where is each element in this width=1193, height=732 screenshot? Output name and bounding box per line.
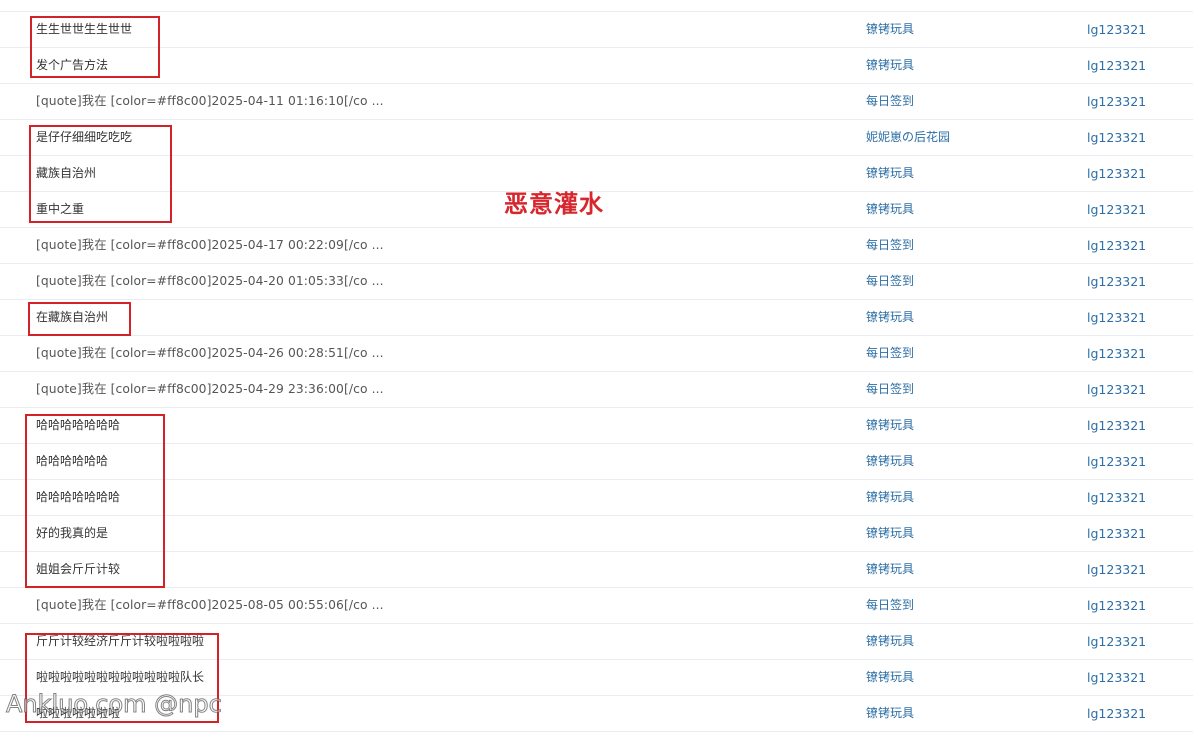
table-row: 好的我真的是 镣铐玩具 lg123321 xyxy=(0,516,1193,552)
table-row: 姐姐会斤斤计较 镣铐玩具 lg123321 xyxy=(0,552,1193,588)
forum-link[interactable]: 镣铐玩具 xyxy=(866,300,914,335)
forum-link[interactable]: 镣铐玩具 xyxy=(866,192,914,227)
forum-link[interactable]: 每日签到 xyxy=(866,588,914,623)
spam-annotation-label: 恶意灌水 xyxy=(504,190,604,218)
forum-link[interactable]: 镣铐玩具 xyxy=(866,624,914,659)
post-title-link[interactable]: 哈哈哈哈哈哈 xyxy=(36,444,108,479)
post-title-link[interactable]: 好的我真的是 xyxy=(36,516,108,551)
author-link[interactable]: lg123321 xyxy=(1087,120,1146,155)
forum-link[interactable]: 每日签到 xyxy=(866,228,914,263)
forum-link[interactable]: 每日签到 xyxy=(866,264,914,299)
forum-link[interactable]: 镣铐玩具 xyxy=(866,408,914,443)
post-title-link[interactable]: [quote]我在 [color=#ff8c00]2025-08-05 00:5… xyxy=(36,588,384,623)
post-title-link[interactable]: [quote]我在 [color=#ff8c00]2025-04-11 01:1… xyxy=(36,84,384,119)
forum-link[interactable]: 镣铐玩具 xyxy=(866,552,914,587)
post-title-link[interactable]: [quote]我在 [color=#ff8c00]2025-04-26 00:2… xyxy=(36,336,384,371)
post-title-link[interactable]: 发个广告方法 xyxy=(36,48,108,83)
forum-link[interactable]: 镣铐玩具 xyxy=(866,48,914,83)
table-row: [quote]我在 [color=#ff8c00]2025-04-26 00:2… xyxy=(0,336,1193,372)
table-row: [quote]我在 [color=#ff8c00]2025-04-17 00:2… xyxy=(0,228,1193,264)
post-title-link[interactable]: [quote]我在 [color=#ff8c00]2025-04-29 23:3… xyxy=(36,372,384,407)
forum-link[interactable]: 每日签到 xyxy=(866,84,914,119)
forum-link[interactable]: 妮妮崽の后花园 xyxy=(866,120,950,155)
post-title-link[interactable]: 藏族自治州 xyxy=(36,156,96,191)
author-link[interactable]: lg123321 xyxy=(1087,264,1146,299)
author-link[interactable]: lg123321 xyxy=(1087,696,1146,731)
author-link[interactable]: lg123321 xyxy=(1087,336,1146,371)
author-link[interactable]: lg123321 xyxy=(1087,12,1146,47)
forum-link[interactable]: 镣铐玩具 xyxy=(866,660,914,695)
forum-link[interactable]: 镣铐玩具 xyxy=(866,156,914,191)
reply-list: 生生世世生生世世 镣铐玩具 lg123321 发个广告方法 镣铐玩具 lg123… xyxy=(0,12,1193,732)
author-link[interactable]: lg123321 xyxy=(1087,84,1146,119)
table-row: [quote]我在 [color=#ff8c00]2025-08-05 00:5… xyxy=(0,588,1193,624)
post-title-link[interactable]: 哈哈哈哈哈哈哈 xyxy=(36,408,120,443)
author-link[interactable]: lg123321 xyxy=(1087,552,1146,587)
forum-link[interactable]: 镣铐玩具 xyxy=(866,696,914,731)
table-row: 在藏族自治州 镣铐玩具 lg123321 xyxy=(0,300,1193,336)
table-row: [quote]我在 [color=#ff8c00]2025-04-11 01:1… xyxy=(0,84,1193,120)
table-row: 斤斤计较经济斤斤计较啦啦啦啦 镣铐玩具 lg123321 xyxy=(0,624,1193,660)
author-link[interactable]: lg123321 xyxy=(1087,516,1146,551)
post-title-link[interactable]: [quote]我在 [color=#ff8c00]2025-04-20 01:0… xyxy=(36,264,384,299)
author-link[interactable]: lg123321 xyxy=(1087,480,1146,515)
post-title-link[interactable]: 生生世世生生世世 xyxy=(36,12,132,47)
post-title-link[interactable]: [quote]我在 [color=#ff8c00]2025-04-17 00:2… xyxy=(36,228,384,263)
author-link[interactable]: lg123321 xyxy=(1087,156,1146,191)
table-row: 啦啦啦啦啦啦啦 镣铐玩具 lg123321 xyxy=(0,696,1193,732)
author-link[interactable]: lg123321 xyxy=(1087,192,1146,227)
post-title-link[interactable]: 在藏族自治州 xyxy=(36,300,108,335)
forum-link[interactable]: 镣铐玩具 xyxy=(866,12,914,47)
author-link[interactable]: lg123321 xyxy=(1087,408,1146,443)
post-title-link[interactable]: 啦啦啦啦啦啦啦啦啦啦啦啦队长 xyxy=(36,660,204,695)
table-row: 是仔仔细细吃吃吃 妮妮崽の后花园 lg123321 xyxy=(0,120,1193,156)
table-row: [quote]我在 [color=#ff8c00]2025-04-29 23:3… xyxy=(0,372,1193,408)
author-link[interactable]: lg123321 xyxy=(1087,444,1146,479)
author-link[interactable]: lg123321 xyxy=(1087,588,1146,623)
author-link[interactable]: lg123321 xyxy=(1087,624,1146,659)
author-link[interactable]: lg123321 xyxy=(1087,660,1146,695)
table-row: 生生世世生生世世 镣铐玩具 lg123321 xyxy=(0,12,1193,48)
forum-link[interactable]: 每日签到 xyxy=(866,372,914,407)
table-row: [quote]我在 [color=#ff8c00]2025-04-20 01:0… xyxy=(0,264,1193,300)
table-row: 哈哈哈哈哈哈哈 镣铐玩具 lg123321 xyxy=(0,408,1193,444)
post-title-link[interactable]: 哈哈哈哈哈哈哈 xyxy=(36,480,120,515)
forum-link[interactable]: 每日签到 xyxy=(866,336,914,371)
table-row: 啦啦啦啦啦啦啦啦啦啦啦啦队长 镣铐玩具 lg123321 xyxy=(0,660,1193,696)
author-link[interactable]: lg123321 xyxy=(1087,300,1146,335)
forum-link[interactable]: 镣铐玩具 xyxy=(866,516,914,551)
forum-link[interactable]: 镣铐玩具 xyxy=(866,480,914,515)
table-row: 哈哈哈哈哈哈 镣铐玩具 lg123321 xyxy=(0,444,1193,480)
post-title-link[interactable]: 姐姐会斤斤计较 xyxy=(36,552,120,587)
table-row: 哈哈哈哈哈哈哈 镣铐玩具 lg123321 xyxy=(0,480,1193,516)
post-title-link[interactable]: 啦啦啦啦啦啦啦 xyxy=(36,696,120,731)
table-row: 发个广告方法 镣铐玩具 lg123321 xyxy=(0,48,1193,84)
post-title-link[interactable]: 斤斤计较经济斤斤计较啦啦啦啦 xyxy=(36,624,204,659)
author-link[interactable]: lg123321 xyxy=(1087,228,1146,263)
post-title-link[interactable]: 是仔仔细细吃吃吃 xyxy=(36,120,132,155)
forum-link[interactable]: 镣铐玩具 xyxy=(866,444,914,479)
author-link[interactable]: lg123321 xyxy=(1087,372,1146,407)
author-link[interactable]: lg123321 xyxy=(1087,48,1146,83)
post-title-link[interactable]: 重中之重 xyxy=(36,192,84,227)
